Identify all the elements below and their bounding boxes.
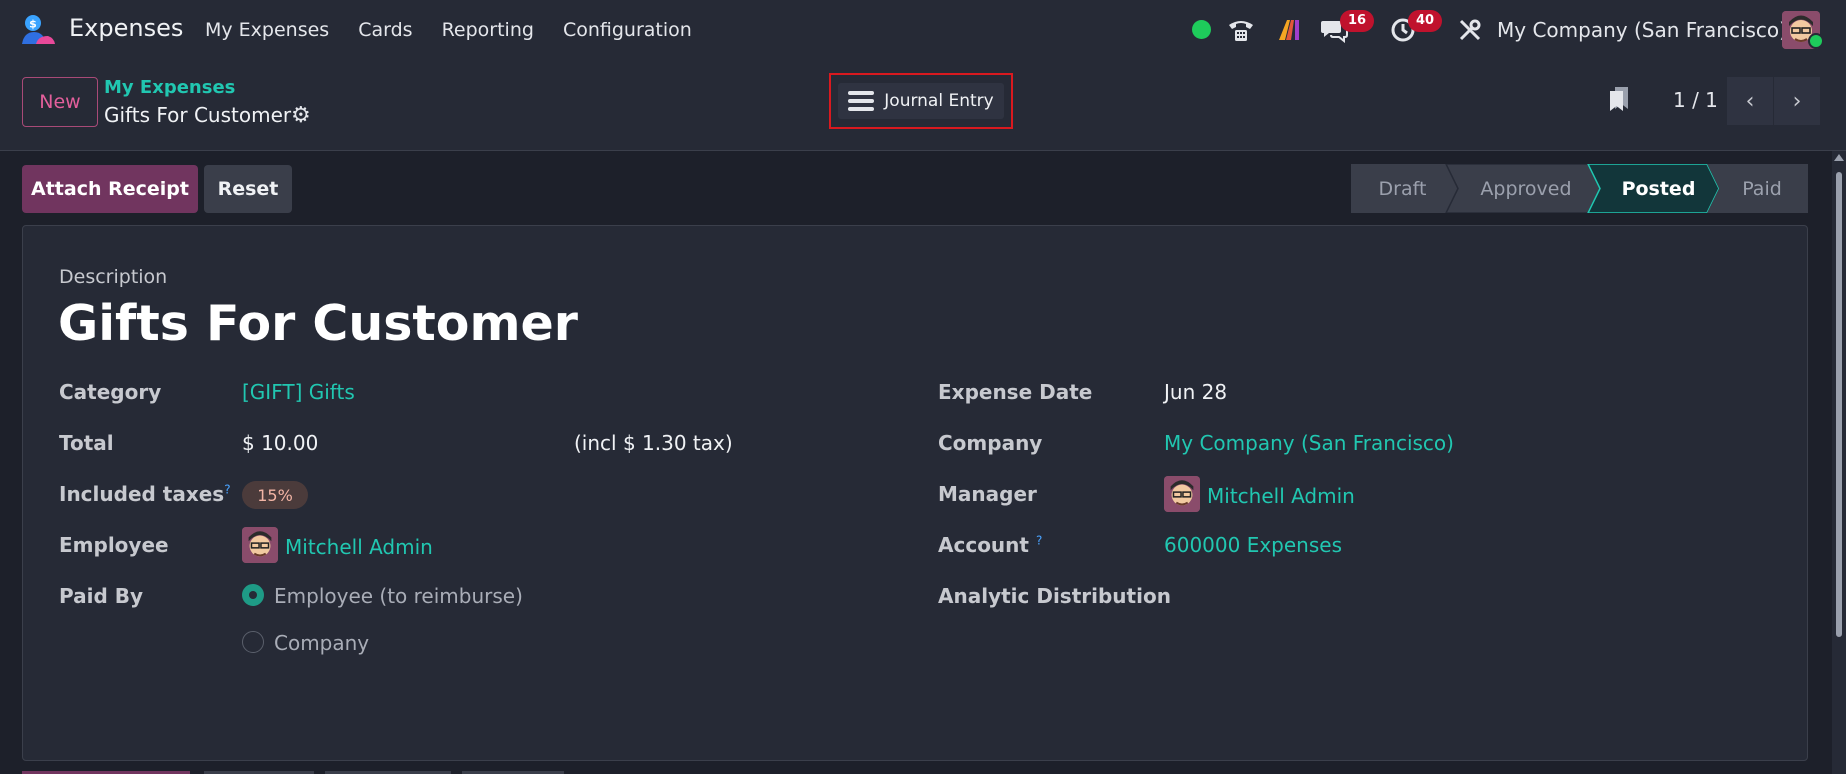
total-label: Total — [59, 431, 114, 455]
app-name[interactable]: Expenses — [69, 14, 183, 42]
journal-entry-label: Journal Entry — [884, 91, 994, 111]
top-navbar: $ Expenses My Expenses Cards Reporting C… — [0, 0, 1846, 60]
tax-badge[interactable]: 15% — [242, 481, 308, 509]
tools-icon[interactable] — [1458, 18, 1482, 46]
help-icon[interactable]: ? — [224, 482, 230, 496]
menu-cards[interactable]: Cards — [358, 19, 412, 41]
analytic-distribution-field[interactable] — [1164, 584, 1764, 610]
menu-reporting[interactable]: Reporting — [442, 19, 534, 41]
help-icon[interactable]: ? — [1036, 533, 1042, 547]
ai-icon[interactable] — [1276, 17, 1302, 47]
online-status-icon — [1808, 33, 1824, 49]
paid-by-label: Paid By — [59, 584, 144, 608]
journal-entry-button[interactable]: Journal Entry — [829, 73, 1013, 129]
total-tax-note: (incl $ 1.30 tax) — [574, 431, 733, 455]
menu-configuration[interactable]: Configuration — [563, 19, 692, 41]
paid-by-employee-radio[interactable] — [242, 584, 264, 606]
employee-field[interactable]: Mitchell Admin — [285, 535, 433, 559]
stage-draft[interactable]: Draft — [1351, 164, 1454, 213]
description-label: Description — [59, 266, 168, 288]
stage-posted[interactable]: Posted — [1601, 164, 1716, 213]
paid-by-employee-label[interactable]: Employee (to reimburse) — [274, 584, 523, 608]
account-label: Account ? — [938, 533, 1043, 557]
company-field[interactable]: My Company (San Francisco) — [1164, 431, 1454, 455]
included-taxes-label: Included taxes? — [59, 482, 231, 506]
bookmark-icon[interactable] — [1606, 85, 1632, 117]
avatar — [1164, 476, 1200, 512]
status-dot-icon[interactable] — [1192, 20, 1211, 39]
pager-value[interactable]: 1 / 1 — [1673, 88, 1718, 112]
control-panel: New My Expenses Gifts For Customer ⚙ Jou… — [0, 60, 1846, 151]
new-button[interactable]: New — [22, 77, 98, 127]
total-field[interactable]: $ 10.00 — [242, 431, 318, 455]
company-label: Company — [938, 431, 1043, 455]
scroll-up-icon[interactable] — [1834, 154, 1844, 161]
reset-button[interactable]: Reset — [204, 165, 292, 213]
category-field[interactable]: [GIFT] Gifts — [242, 380, 355, 404]
breadcrumb-parent[interactable]: My Expenses — [104, 77, 235, 98]
avatar — [242, 527, 278, 563]
pager-next-button[interactable]: › — [1774, 77, 1820, 125]
attach-receipt-button[interactable]: Attach Receipt — [22, 165, 198, 213]
hamburger-icon — [848, 91, 875, 111]
account-field[interactable]: 600000 Expenses — [1164, 533, 1342, 557]
gear-icon[interactable]: ⚙ — [291, 103, 311, 128]
manager-label: Manager — [938, 482, 1037, 506]
expense-date-field[interactable]: Jun 28 — [1164, 380, 1227, 404]
svg-text:$: $ — [29, 18, 37, 31]
phone-icon[interactable] — [1227, 16, 1255, 48]
expense-title-field[interactable]: Gifts For Customer — [58, 295, 578, 352]
employee-label: Employee — [59, 533, 169, 557]
scrollbar-thumb[interactable] — [1836, 172, 1842, 637]
pager-previous-button[interactable]: ‹ — [1727, 77, 1773, 125]
menu-my-expenses[interactable]: My Expenses — [205, 19, 329, 41]
category-label: Category — [59, 380, 162, 404]
analytic-distribution-label: Analytic Distribution — [938, 584, 1171, 608]
paid-by-company-label[interactable]: Company — [274, 631, 369, 655]
stage-approved[interactable]: Approved — [1456, 164, 1596, 213]
manager-field[interactable]: Mitchell Admin — [1207, 484, 1355, 508]
paid-by-company-radio[interactable] — [242, 631, 264, 653]
app-logo-icon[interactable]: $ — [20, 14, 56, 46]
messages-badge: 16 — [1340, 10, 1375, 32]
expense-date-label: Expense Date — [938, 380, 1093, 404]
main-menu: My Expenses Cards Reporting Configuratio… — [205, 19, 721, 41]
stage-paid[interactable]: Paid — [1716, 164, 1808, 213]
breadcrumb-current: Gifts For Customer — [104, 103, 292, 127]
company-switcher[interactable]: My Company (San Francisco) — [1497, 18, 1787, 42]
activities-badge: 40 — [1408, 10, 1443, 32]
